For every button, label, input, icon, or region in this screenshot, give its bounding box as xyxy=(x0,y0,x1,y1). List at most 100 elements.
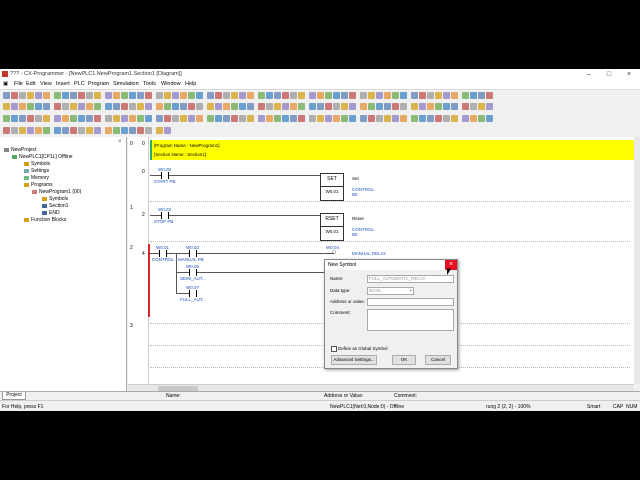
toolbar-tool-icon[interactable] xyxy=(207,115,214,122)
toolbar-tool-icon[interactable] xyxy=(3,92,10,99)
toolbar-tool-icon[interactable] xyxy=(121,127,128,134)
toolbar-tool-icon[interactable] xyxy=(156,127,163,134)
toolbar-tool-icon[interactable] xyxy=(27,115,34,122)
toolbar-tool-icon[interactable] xyxy=(223,92,230,99)
toolbar-tool-icon[interactable] xyxy=(172,92,179,99)
toolbar-tool-icon[interactable] xyxy=(392,115,399,122)
toolbar-tool-icon[interactable] xyxy=(400,115,407,122)
toolbar-tool-icon[interactable] xyxy=(290,103,297,110)
toolbar-tool-icon[interactable] xyxy=(325,115,332,122)
toolbar-tool-icon[interactable] xyxy=(54,92,61,99)
toolbar-tool-icon[interactable] xyxy=(27,92,34,99)
toolbar-tool-icon[interactable] xyxy=(129,115,136,122)
toolbar-tool-icon[interactable] xyxy=(427,92,434,99)
toolbar-tool-icon[interactable] xyxy=(164,103,171,110)
toolbar-tool-icon[interactable] xyxy=(188,92,195,99)
toolbar-tool-icon[interactable] xyxy=(392,103,399,110)
toolbar-tool-icon[interactable] xyxy=(121,115,128,122)
toolbar-tool-icon[interactable] xyxy=(400,103,407,110)
toolbar-tool-icon[interactable] xyxy=(94,115,101,122)
toolbar-tool-icon[interactable] xyxy=(207,92,214,99)
toolbar-tool-icon[interactable] xyxy=(400,92,407,99)
toolbar-tool-icon[interactable] xyxy=(266,103,273,110)
toolbar-tool-icon[interactable] xyxy=(282,115,289,122)
toolbar-tool-icon[interactable] xyxy=(3,127,10,134)
toolbar-tool-icon[interactable] xyxy=(360,115,367,122)
toolbar-tool-icon[interactable] xyxy=(317,92,324,99)
toolbar-tool-icon[interactable] xyxy=(70,103,77,110)
datatype-select[interactable]: BOOL ▾ xyxy=(367,287,414,295)
nc-contact[interactable] xyxy=(189,290,197,297)
toolbar-tool-icon[interactable] xyxy=(11,103,18,110)
name-field[interactable]: FULL_AUTOMATIC_RELAY xyxy=(367,275,454,283)
toolbar-tool-icon[interactable] xyxy=(451,103,458,110)
toolbar-tool-icon[interactable] xyxy=(325,92,332,99)
vertical-scrollbar[interactable] xyxy=(634,137,640,384)
toolbar-tool-icon[interactable] xyxy=(78,92,85,99)
toolbar-tool-icon[interactable] xyxy=(317,115,324,122)
toolbar-tool-icon[interactable] xyxy=(129,103,136,110)
toolbar-tool-icon[interactable] xyxy=(62,92,69,99)
toolbar-tool-icon[interactable] xyxy=(86,103,93,110)
toolbar-tool-icon[interactable] xyxy=(239,92,246,99)
toolbar-tool-icon[interactable] xyxy=(462,103,469,110)
toolbar-tool-icon[interactable] xyxy=(164,127,171,134)
toolbar-tool-icon[interactable] xyxy=(3,115,10,122)
toolbar-tool-icon[interactable] xyxy=(341,92,348,99)
toolbar-tool-icon[interactable] xyxy=(376,115,383,122)
toolbar-tool-icon[interactable] xyxy=(231,103,238,110)
toolbar-tool-icon[interactable] xyxy=(94,92,101,99)
toolbar-tool-icon[interactable] xyxy=(258,115,265,122)
maximize-button[interactable]: □ xyxy=(602,70,616,79)
toolbar-tool-icon[interactable] xyxy=(78,115,85,122)
toolbar-tool-icon[interactable] xyxy=(266,92,273,99)
toolbar-tool-icon[interactable] xyxy=(196,92,203,99)
output-coil[interactable]: ○ xyxy=(332,249,336,256)
toolbar-tool-icon[interactable] xyxy=(309,115,316,122)
app-menu-icon[interactable]: ▣ xyxy=(3,81,8,87)
pane-close-icon[interactable]: × xyxy=(118,139,122,145)
toolbar-tool-icon[interactable] xyxy=(43,92,50,99)
toolbar-tool-icon[interactable] xyxy=(145,127,152,134)
toolbar-tool-icon[interactable] xyxy=(70,115,77,122)
toolbar-tool-icon[interactable] xyxy=(19,92,26,99)
toolbar-tool-icon[interactable] xyxy=(78,103,85,110)
toolbar-tool-icon[interactable] xyxy=(451,115,458,122)
toolbar-tool-icon[interactable] xyxy=(215,115,222,122)
toolbar-tool-icon[interactable] xyxy=(392,92,399,99)
toolbar-tool-icon[interactable] xyxy=(368,92,375,99)
toolbar-tool-icon[interactable] xyxy=(180,92,187,99)
toolbar-tool-icon[interactable] xyxy=(470,92,477,99)
tree-program-symbols[interactable]: Symbols xyxy=(42,196,68,202)
toolbar-tool-icon[interactable] xyxy=(486,103,493,110)
toolbar-tool-icon[interactable] xyxy=(43,103,50,110)
toolbar-tool-icon[interactable] xyxy=(239,103,246,110)
toolbar-tool-icon[interactable] xyxy=(419,92,426,99)
toolbar-tool-icon[interactable] xyxy=(325,103,332,110)
toolbar-tool-icon[interactable] xyxy=(145,92,152,99)
toolbar-tool-icon[interactable] xyxy=(196,115,203,122)
toolbar-tool-icon[interactable] xyxy=(274,92,281,99)
toolbar-tool-icon[interactable] xyxy=(360,92,367,99)
toolbar-tool-icon[interactable] xyxy=(427,103,434,110)
toolbar-tool-icon[interactable] xyxy=(478,103,485,110)
toolbar-tool-icon[interactable] xyxy=(231,115,238,122)
toolbar-tool-icon[interactable] xyxy=(427,115,434,122)
set-instruction[interactable]: SET W0.01 xyxy=(320,173,344,201)
toolbar-tool-icon[interactable] xyxy=(290,92,297,99)
toolbar-tool-icon[interactable] xyxy=(19,127,26,134)
toolbar-tool-icon[interactable] xyxy=(156,115,163,122)
toolbar-tool-icon[interactable] xyxy=(478,92,485,99)
toolbar-tool-icon[interactable] xyxy=(113,127,120,134)
toolbar-tool-icon[interactable] xyxy=(35,115,42,122)
toolbar-tool-icon[interactable] xyxy=(274,103,281,110)
toolbar-tool-icon[interactable] xyxy=(298,92,305,99)
toolbar-tool-icon[interactable] xyxy=(43,127,50,134)
toolbar-tool-icon[interactable] xyxy=(11,115,18,122)
toolbar-tool-icon[interactable] xyxy=(435,103,442,110)
tree-memory[interactable]: Memory xyxy=(24,175,49,181)
toolbar-tool-icon[interactable] xyxy=(137,115,144,122)
toolbar-tool-icon[interactable] xyxy=(368,115,375,122)
menu-insert[interactable]: Insert xyxy=(56,81,70,87)
close-window-button[interactable]: × xyxy=(622,70,636,79)
